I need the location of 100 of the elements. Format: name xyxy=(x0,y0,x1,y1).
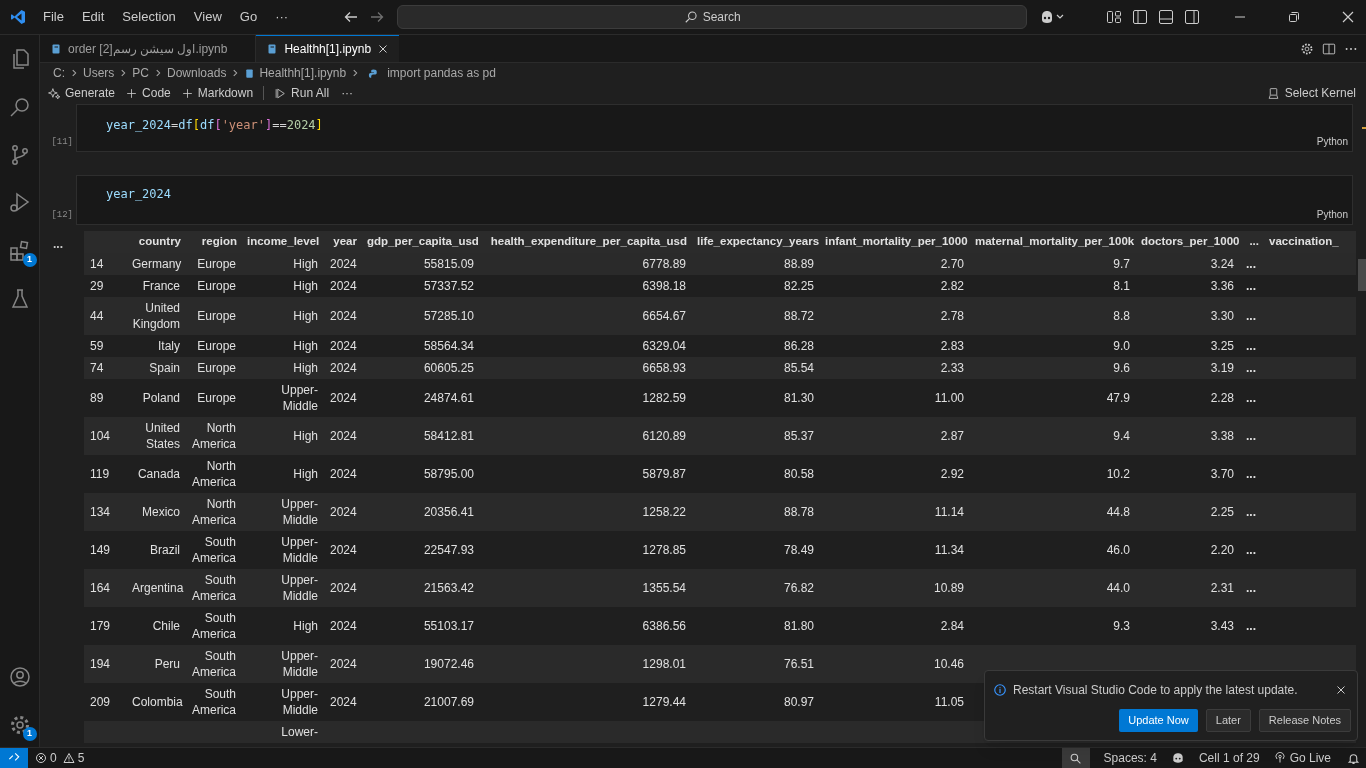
notification-message: Restart Visual Studio Code to apply the latest update. xyxy=(1013,682,1298,699)
column-header: ... xyxy=(1240,231,1264,253)
table-cell: 24874.61 xyxy=(423,391,474,405)
more-button[interactable]: ··· xyxy=(339,84,356,102)
account-icon[interactable] xyxy=(7,665,32,689)
table-cell: Mexico xyxy=(142,504,180,520)
toolbar-button[interactable]: Code xyxy=(125,84,171,102)
app-logo-icon xyxy=(10,9,26,25)
table-cell: 11.14 xyxy=(934,505,964,519)
table-cell-text: Upper-Middle xyxy=(280,382,318,414)
close-icon[interactable] xyxy=(1340,9,1356,25)
menu-item[interactable]: View xyxy=(185,5,230,29)
table-cell: 47.9 xyxy=(1106,391,1130,405)
table-cell: 3.36 xyxy=(1210,279,1234,293)
split-editor-icon[interactable] xyxy=(1322,41,1336,56)
table-cell: 11.05 xyxy=(934,695,964,709)
table-cell: 1279.44 xyxy=(642,695,686,709)
editor-tab[interactable]: Healthh[1].ipynb xyxy=(256,35,400,62)
table-cell: 3.38 xyxy=(1210,429,1234,443)
row-index: 194 xyxy=(90,657,111,671)
close-icon[interactable] xyxy=(1335,684,1347,696)
table-cell: 76.51 xyxy=(783,657,814,671)
table-cell: 88.89 xyxy=(783,257,814,271)
bell-icon[interactable] xyxy=(1347,751,1360,765)
zoom-button[interactable] xyxy=(1061,748,1090,768)
row-index: 209 xyxy=(90,695,111,709)
restore-icon[interactable] xyxy=(1286,9,1302,25)
table-cell: North America xyxy=(192,420,236,452)
search-field[interactable]: Search xyxy=(397,5,1028,29)
forward-arrow-icon[interactable] xyxy=(369,9,386,25)
notification-badge: 1 xyxy=(22,253,37,267)
copilot-icon[interactable] xyxy=(1170,751,1185,765)
code-line: year_2024=df[df['year']==2024] xyxy=(106,117,323,134)
panel-toggle-icon[interactable] xyxy=(1158,9,1174,25)
settings-icon[interactable] xyxy=(1300,41,1314,56)
row-index: 119 xyxy=(90,467,110,481)
table-cell: Europe xyxy=(197,338,236,354)
table-cell: Argentina xyxy=(132,580,184,596)
table-cell: 1355.54 xyxy=(642,581,686,595)
back-arrow-icon[interactable] xyxy=(343,9,360,25)
secondary-sidebar-icon[interactable] xyxy=(1184,9,1200,25)
menu-item[interactable]: Selection xyxy=(114,5,184,29)
ellipsis: ... xyxy=(1246,257,1256,271)
table-cell: 2024 xyxy=(330,429,357,443)
scrollbar-thumb[interactable] xyxy=(1358,259,1366,291)
table-cell: Lower- xyxy=(281,724,318,740)
menu-item[interactable]: ··· xyxy=(267,5,297,29)
menu-item[interactable]: Go xyxy=(231,5,266,29)
row-index: 89 xyxy=(90,391,104,405)
breadcrumb-item[interactable]: PC xyxy=(132,64,149,82)
notification-button[interactable]: Later xyxy=(1205,709,1251,732)
sidebar-toggle-icon[interactable] xyxy=(1132,9,1148,25)
table-cell: 2024 xyxy=(330,391,357,405)
breadcrumb-item[interactable]: Users xyxy=(83,64,115,82)
table-cell: Europe xyxy=(197,308,236,324)
notification-button[interactable]: Update Now xyxy=(1119,709,1198,732)
table-cell-text: Upper-Middle xyxy=(280,534,318,566)
status-item[interactable]: Spaces: 4 xyxy=(1097,749,1163,767)
menu-item[interactable]: File xyxy=(35,5,72,29)
layout-icon[interactable] xyxy=(1106,9,1122,25)
table-cell: 2.31 xyxy=(1210,581,1234,595)
table-cell: 9.7 xyxy=(1113,257,1130,271)
language-label: Python xyxy=(1316,135,1348,149)
close-icon[interactable] xyxy=(377,43,390,55)
table-cell: Canada xyxy=(137,466,180,482)
table-cell: 3.19 xyxy=(1210,361,1234,375)
table-cell: 6658.93 xyxy=(642,361,686,375)
toolbar-button[interactable]: Generate xyxy=(48,84,116,102)
table-cell: 57285.10 xyxy=(423,309,474,323)
breadcrumb-item[interactable]: import pandas as pd xyxy=(387,64,496,82)
notebook-icon xyxy=(50,42,62,55)
status-item[interactable]: Cell 1 of 29 xyxy=(1192,749,1266,767)
breadcrumb-item[interactable]: C: xyxy=(53,64,65,82)
remote-button[interactable] xyxy=(0,748,28,768)
notification-button[interactable]: Release Notes xyxy=(1258,709,1351,732)
table-cell: 2.28 xyxy=(1210,391,1234,405)
table-cell: 2.92 xyxy=(940,467,964,481)
table-cell: 2024 xyxy=(330,695,357,709)
table-cell: 85.37 xyxy=(783,429,814,443)
table-cell: 60605.25 xyxy=(423,361,474,375)
breadcrumb-item[interactable]: Healthh[1].ipynb xyxy=(259,64,347,82)
output-menu[interactable]: ... xyxy=(53,237,63,251)
table-cell: 6778.89 xyxy=(642,257,686,271)
zoom-icon xyxy=(1069,751,1083,765)
ellipsis: ... xyxy=(1246,361,1256,375)
column-header: income_level xyxy=(242,231,324,253)
toolbar-button[interactable]: Markdown xyxy=(180,84,254,102)
column-header: infant_mortality_per_1000 xyxy=(820,231,970,253)
menu-item[interactable]: Edit xyxy=(73,5,113,29)
table-cell: 10.89 xyxy=(933,581,964,595)
breadcrumb-item[interactable]: Downloads xyxy=(167,64,227,82)
problems-status[interactable]: 0 5 xyxy=(35,749,85,767)
select-kernel-button[interactable]: Select Kernel xyxy=(1266,84,1356,102)
table-cell: 8.8 xyxy=(1113,309,1130,323)
copilot-icon[interactable] xyxy=(1039,9,1066,25)
table-cell: 9.6 xyxy=(1113,361,1130,375)
table-cell: 2024 xyxy=(330,581,357,595)
go-live-button[interactable]: Go Live xyxy=(1267,749,1337,767)
toolbar-button[interactable]: Run All xyxy=(274,84,330,102)
play-bug-icon[interactable] xyxy=(7,191,32,215)
